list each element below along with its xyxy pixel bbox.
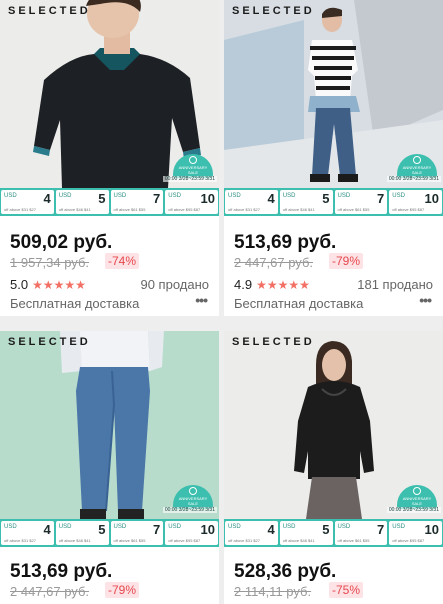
coupon[interactable]: USD 4 off above $31 $27 bbox=[225, 521, 278, 545]
shipping-label: Бесплатная доставка bbox=[10, 296, 140, 311]
sold-count: 90 продано bbox=[140, 277, 209, 292]
coupon[interactable]: USD 7 off above $61 $55 bbox=[334, 190, 388, 214]
promo-timer: 00:00 3/28~23:59 3/31 bbox=[162, 176, 217, 182]
coupon[interactable]: USD 5 off above $46 $41 bbox=[55, 521, 109, 545]
original-price: 2 114,11 руб. bbox=[234, 584, 312, 599]
promo-timer: 00:00 3/28~23:59 3/31 bbox=[386, 176, 441, 182]
product-card[interactable]: SELECTED ANNIVERSARY SALE 00:00 3/28~23:5… bbox=[0, 0, 219, 316]
coupon-strip[interactable]: USD 4 off above $31 $27 USD 5 off above $46 … bbox=[224, 188, 443, 216]
coupon[interactable]: USD 7 off above $61 $55 bbox=[334, 521, 388, 545]
coupon[interactable]: USD 4 off above $31 $27 bbox=[1, 190, 54, 214]
discount-badge: -79% bbox=[329, 253, 364, 269]
original-price: 2 447,67 руб. bbox=[10, 584, 90, 599]
coupon[interactable]: USD 4 off above $31 $27 bbox=[1, 521, 54, 545]
star-icon: ★★★★★ bbox=[32, 277, 86, 292]
coupon[interactable]: USD 10 off above $95 $87 bbox=[389, 521, 442, 545]
product-card[interactable]: SELECTED ANNIVERSARY SALE 00:00 3/28~23:5… bbox=[224, 0, 443, 316]
rating-value: 5.0 bbox=[10, 277, 29, 292]
star-icon: ★★★★★ bbox=[256, 277, 310, 292]
coupon[interactable]: USD 4 off above $31 $27 bbox=[225, 190, 278, 214]
promo-timer: 00:00 3/28~23:59 3/31 bbox=[386, 507, 441, 513]
rating: 5.0 ★★★★★ bbox=[10, 277, 86, 292]
coupon-strip[interactable]: USD 4 off above $31 $27 USD 5 off above $46 … bbox=[0, 519, 219, 547]
discount-badge: -74% bbox=[105, 253, 140, 269]
rating: 4.9 ★★★★★ bbox=[234, 277, 310, 292]
original-price: 2 447,67 руб. bbox=[234, 255, 314, 270]
product-price: 513,69 руб. bbox=[10, 561, 113, 582]
coupon[interactable]: USD 10 off above $95 $87 bbox=[165, 190, 218, 214]
promo-timer: 00:00 3/28~23:59 3/31 bbox=[162, 507, 217, 513]
coupon-strip[interactable]: USD 4 off above $31 $27 USD 5 off above $46 … bbox=[0, 188, 219, 216]
brand-label: SELECTED bbox=[8, 336, 91, 348]
product-price: 528,36 руб. bbox=[234, 561, 337, 582]
coupon[interactable]: USD 5 off above $46 $41 bbox=[55, 190, 109, 214]
coupon-strip[interactable]: USD 4 off above $31 $27 USD 5 off above $46 … bbox=[224, 519, 443, 547]
discount-badge: -79% bbox=[105, 582, 140, 598]
coupon[interactable]: USD 7 off above $61 $55 bbox=[110, 190, 164, 214]
original-price: 1 957,34 руб. bbox=[10, 255, 90, 270]
discount-badge: -75% bbox=[329, 582, 364, 598]
more-options-icon[interactable]: ••• bbox=[419, 292, 432, 308]
shipping-label: Бесплатная доставка bbox=[234, 296, 364, 311]
product-price: 509,02 руб. bbox=[10, 232, 113, 253]
coupon[interactable]: USD 10 off above $95 $87 bbox=[389, 190, 442, 214]
brand-label: SELECTED bbox=[232, 336, 315, 348]
product-card[interactable]: SELECTED ANNIVERSARY SALE 00:00 3/28~23:5… bbox=[224, 331, 443, 604]
coupon[interactable]: USD 5 off above $46 $41 bbox=[279, 190, 333, 214]
rating-value: 4.9 bbox=[234, 277, 253, 292]
coupon[interactable]: USD 5 off above $46 $41 bbox=[279, 521, 333, 545]
coupon[interactable]: USD 10 off above $95 $87 bbox=[165, 521, 218, 545]
brand-label: SELECTED bbox=[8, 5, 91, 17]
product-card[interactable]: SELECTED ANNIVERSARY SALE 00:00 3/28~23:5… bbox=[0, 331, 219, 604]
product-price: 513,69 руб. bbox=[234, 232, 337, 253]
more-options-icon[interactable]: ••• bbox=[195, 292, 208, 308]
coupon[interactable]: USD 7 off above $61 $55 bbox=[110, 521, 164, 545]
brand-label: SELECTED bbox=[232, 5, 315, 17]
sold-count: 181 продано bbox=[357, 277, 433, 292]
